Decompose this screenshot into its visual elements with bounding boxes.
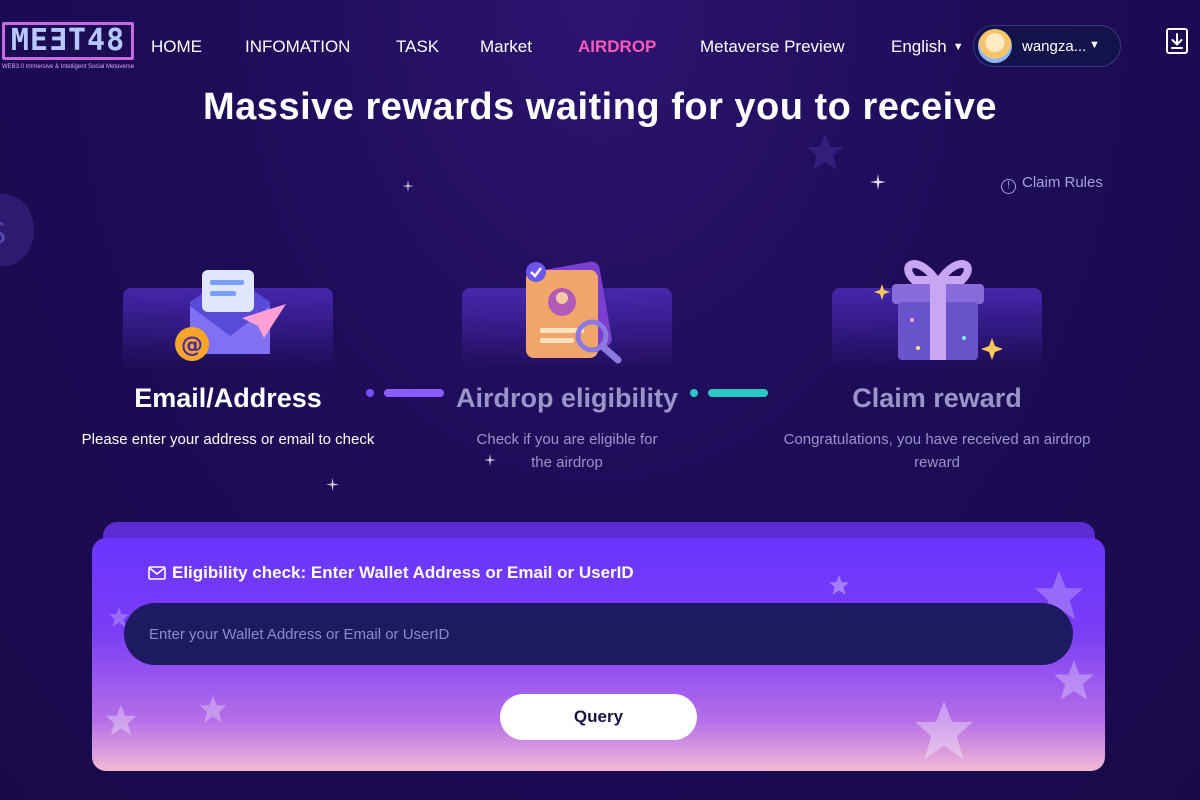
sparkle-icon: [870, 174, 886, 190]
nav-home[interactable]: HOME: [151, 37, 202, 57]
connector-dot: [366, 389, 374, 397]
sparkle-icon: [402, 180, 414, 192]
nav-infomation[interactable]: INFOMATION: [245, 37, 350, 57]
star-icon: [199, 695, 227, 723]
username: wangza...: [1022, 38, 1087, 55]
star-icon: [915, 701, 973, 759]
claim-rules-label: Claim Rules: [1022, 174, 1103, 191]
chevron-down-icon: ▼: [1089, 39, 1100, 51]
language-selector[interactable]: English ▼: [891, 37, 964, 57]
star-icon: [807, 134, 843, 170]
nav-airdrop[interactable]: AIRDROP: [578, 37, 656, 57]
eligibility-card: Eligibility check: Enter Wallet Address …: [92, 538, 1105, 771]
eligibility-label: Eligibility check: Enter Wallet Address …: [148, 563, 634, 583]
step-desc-claim: Congratulations, you have received an ai…: [783, 431, 1091, 471]
top-navbar: MEƎT48 WEB3.0 Immersive & Intelligent So…: [0, 0, 1200, 92]
gift-box-icon: [874, 260, 1003, 360]
star-icon: [829, 575, 849, 595]
avatar: [978, 29, 1012, 63]
svg-text:@: @: [181, 333, 203, 358]
step-desc-eligibility: Check if you are eligible for the airdro…: [476, 431, 658, 471]
nav-task[interactable]: TASK: [396, 37, 439, 57]
sparkle-icon: [326, 478, 339, 491]
step-desc-email: Please enter your address or email to ch…: [81, 431, 375, 448]
language-label: English: [891, 37, 947, 56]
info-icon: !: [1001, 179, 1016, 194]
claim-rules-link[interactable]: ! Claim Rules: [1001, 174, 1103, 194]
mail-icon: [148, 566, 166, 580]
coin-icon: $: [0, 194, 34, 266]
star-icon: [105, 704, 137, 736]
wallet-email-userid-input[interactable]: [124, 603, 1073, 665]
chevron-down-icon: ▼: [952, 41, 964, 53]
eligibility-document-icon: [526, 261, 622, 364]
download-icon[interactable]: [1165, 27, 1189, 55]
step-title-claim: Claim reward: [852, 383, 1022, 413]
step-title-eligibility: Airdrop eligibility: [455, 383, 678, 413]
nav-metaverse-preview[interactable]: Metaverse Preview: [700, 37, 845, 57]
query-button[interactable]: Query: [500, 694, 697, 740]
svg-text:$: $: [0, 213, 8, 253]
user-menu[interactable]: wangza... ▼: [973, 25, 1121, 67]
star-icon: [1054, 660, 1094, 700]
logo-tagline: WEB3.0 Immersive & Intelligent Social Me…: [2, 64, 135, 70]
logo-wordmark: MEƎT48: [2, 22, 134, 60]
step-title-email: Email/Address: [134, 383, 322, 413]
eligibility-label-text: Eligibility check: Enter Wallet Address …: [172, 563, 634, 582]
meet48-logo[interactable]: MEƎT48 WEB3.0 Immersive & Intelligent So…: [2, 22, 134, 74]
nav-market[interactable]: Market: [480, 37, 532, 57]
page-title: Massive rewards waiting for you to recei…: [203, 86, 997, 128]
email-envelope-icon: @: [175, 270, 286, 361]
